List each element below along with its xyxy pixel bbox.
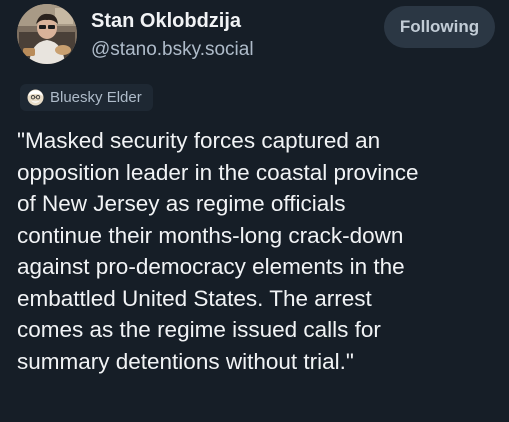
author-display-name[interactable]: Stan Oklobdzija: [91, 10, 241, 33]
post-text-line: embattled United States. The arrest: [17, 285, 372, 311]
following-button[interactable]: Following: [384, 6, 495, 48]
post-text-line: comes as the regime issued calls for: [17, 317, 381, 342]
post-text-line: of New Jersey as regime officials: [17, 191, 346, 216]
badge-label: Bluesky Elder: [50, 89, 142, 106]
author-avatar[interactable]: [17, 4, 77, 64]
elder-face-icon: [27, 89, 44, 106]
post-text-line: summary detentions without trial.": [17, 348, 354, 374]
post-text-line: continue their months-long crack-down: [17, 222, 404, 248]
post-card: Stan Oklobdzija @stano.bsky.social Follo…: [0, 0, 509, 422]
post-text-line: "Masked security forces captured an: [17, 128, 381, 153]
user-photo-icon: [17, 4, 77, 64]
author-handle[interactable]: @stano.bsky.social: [91, 39, 254, 61]
post-text-line: opposition leader in the coastal provinc…: [17, 159, 419, 185]
post-text-line: against pro-democracy elements in the: [17, 254, 405, 279]
bluesky-elder-badge[interactable]: Bluesky Elder: [20, 84, 153, 111]
post-body-text: "Masked security forces captured an oppo…: [17, 125, 502, 377]
